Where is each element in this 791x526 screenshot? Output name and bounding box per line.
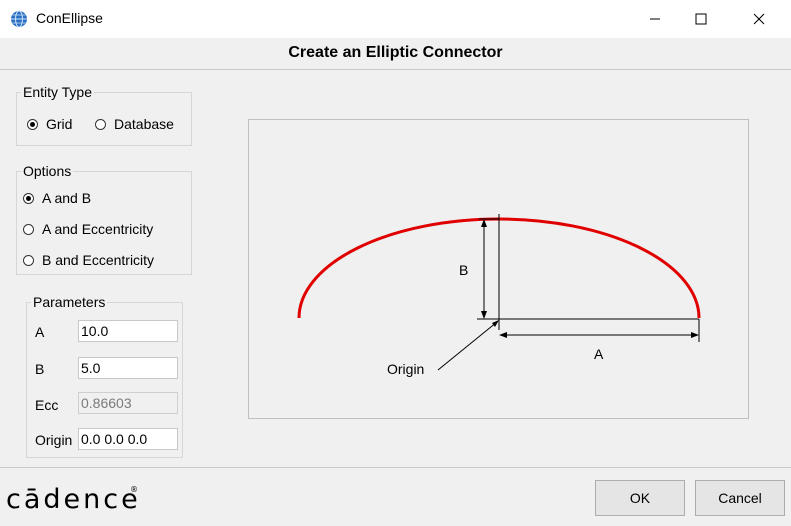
b-label: B xyxy=(459,262,468,278)
title-bar: ConEllipse xyxy=(0,0,791,38)
option-a-and-eccentricity-radio[interactable]: A and Eccentricity xyxy=(23,221,153,237)
radio-label: A and B xyxy=(42,190,92,206)
minimize-icon xyxy=(650,18,660,20)
maximize-button[interactable] xyxy=(678,0,724,38)
maximize-icon xyxy=(695,13,707,25)
origin-label: Origin xyxy=(387,361,424,377)
globe-icon xyxy=(11,10,27,28)
param-a-input[interactable] xyxy=(78,320,178,342)
close-button[interactable] xyxy=(736,0,782,38)
param-origin-label: Origin xyxy=(35,432,73,448)
ok-button[interactable]: OK xyxy=(595,480,685,516)
a-arrow-right xyxy=(691,332,699,338)
a-label: A xyxy=(594,346,604,362)
logo-registered-mark: ® xyxy=(130,485,138,494)
window-title: ConEllipse xyxy=(36,10,103,26)
param-ecc-label: Ecc xyxy=(35,397,59,413)
dialog-heading: Create an Elliptic Connector xyxy=(288,44,503,61)
entity-type-legend: Entity Type xyxy=(21,84,95,100)
close-icon xyxy=(753,13,765,25)
radio-label: B and Eccentricity xyxy=(42,252,155,268)
radio-label: A and Eccentricity xyxy=(42,221,154,237)
param-b-label: B xyxy=(35,361,45,377)
minimize-button[interactable] xyxy=(632,0,678,38)
option-a-and-b-radio[interactable]: A and B xyxy=(23,190,91,206)
param-a-label: A xyxy=(35,324,45,340)
parameters-group: Parameters A B Ecc Origin xyxy=(26,294,183,458)
ellipse-diagram-panel: B A Origin xyxy=(248,119,749,419)
dialog-header: Create an Elliptic Connector xyxy=(0,38,791,70)
radio-label: Database xyxy=(114,116,174,132)
radio-indicator[interactable] xyxy=(23,192,34,204)
radio-indicator[interactable] xyxy=(23,223,34,235)
param-ecc-input xyxy=(78,392,178,414)
radio-indicator[interactable] xyxy=(23,254,34,266)
cancel-button[interactable]: Cancel xyxy=(695,480,785,516)
options-legend: Options xyxy=(21,163,74,179)
radio-label: Grid xyxy=(46,116,73,132)
radio-indicator[interactable] xyxy=(95,118,106,130)
option-b-and-eccentricity-radio[interactable]: B and Eccentricity xyxy=(23,252,154,268)
origin-leader-line xyxy=(437,321,498,371)
param-b-input[interactable] xyxy=(78,357,178,379)
cadence-logo-graphic: cādence ® xyxy=(6,484,141,515)
a-arrow-left xyxy=(499,332,507,338)
entity-type-group: Entity Type Grid Database xyxy=(16,84,192,146)
param-origin-input[interactable] xyxy=(78,428,178,450)
parameters-legend: Parameters xyxy=(31,294,108,310)
origin-leader-arrow xyxy=(492,320,499,327)
logo-wordmark: cādence xyxy=(6,484,141,515)
ellipse-diagram: B A Origin xyxy=(297,214,701,377)
radio-indicator[interactable] xyxy=(27,118,38,130)
options-group: Options A and B A and Eccentricity B and… xyxy=(16,163,192,275)
b-arrow-bottom xyxy=(481,311,487,319)
footer-separator xyxy=(0,467,791,468)
entity-type-database-radio[interactable]: Database xyxy=(95,116,174,132)
entity-type-grid-radio[interactable]: Grid xyxy=(27,116,72,132)
cadence-logo: cādence ® xyxy=(6,480,146,519)
